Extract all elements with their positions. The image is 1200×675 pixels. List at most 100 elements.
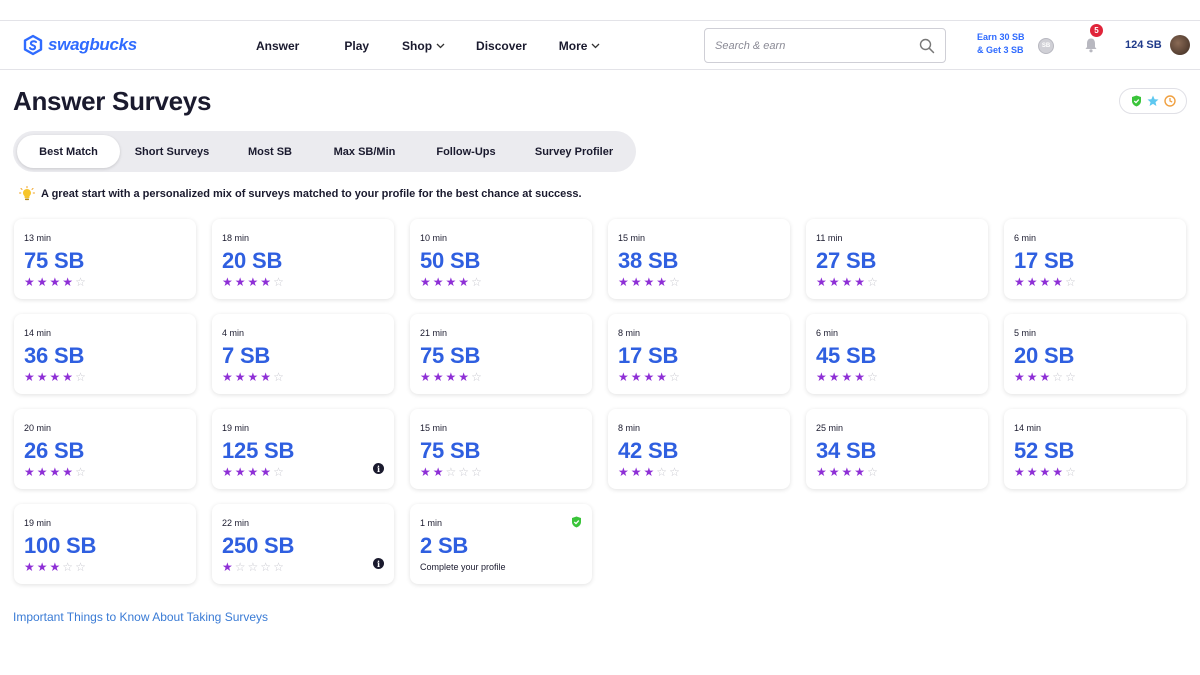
star-filled-icon: ★ — [62, 370, 74, 384]
survey-time: 1 min — [420, 518, 443, 528]
survey-card[interactable]: 13 min 75 SB ★ ★ ★ ★ ☆ — [14, 219, 196, 299]
survey-reward: 75 SB — [420, 343, 481, 368]
tip-text: A great start with a personalized mix of… — [41, 188, 582, 200]
survey-card[interactable]: 18 min 20 SB ★ ★ ★ ★ ☆ — [212, 219, 394, 299]
nav-answer[interactable]: Answer — [256, 39, 299, 53]
star-filled-icon: ★ — [222, 275, 233, 289]
survey-card[interactable]: 19 min 125 SB ★ ★ ★ ★ ☆ i — [212, 409, 394, 489]
star-filled-icon: ★ — [234, 370, 246, 384]
survey-time: 18 min — [222, 233, 250, 243]
tab-follow-ups[interactable]: Follow-Ups — [425, 135, 507, 168]
survey-card[interactable]: 15 min 38 SB ★ ★ ★ ★ ☆ — [608, 219, 790, 299]
verified-shield-icon — [572, 516, 581, 528]
star-empty-icon: ☆ — [1065, 370, 1076, 384]
star-filled-icon: ★ — [816, 370, 827, 384]
star-empty-icon: ☆ — [867, 370, 878, 384]
info-icon[interactable]: i — [373, 463, 384, 474]
survey-reward: 17 SB — [1014, 248, 1075, 273]
survey-card[interactable]: 15 min 75 SB ★ ★ ☆ ☆ ☆ — [410, 409, 592, 489]
survey-time: 10 min — [420, 233, 448, 243]
survey-time: 20 min — [24, 423, 52, 433]
star-filled-icon: ★ — [247, 465, 259, 479]
star-filled-icon: ★ — [36, 275, 48, 289]
survey-card[interactable]: 6 min 45 SB ★ ★ ★ ★ ☆ — [806, 314, 988, 394]
survey-card[interactable]: 22 min 250 SB ★ ☆ ☆ ☆ ☆ i — [212, 504, 394, 584]
star-filled-icon: ★ — [222, 465, 233, 479]
info-icon[interactable]: i — [373, 558, 384, 569]
sb-balance[interactable]: 124 SB — [1125, 39, 1162, 51]
survey-card[interactable]: 19 min 100 SB ★ ★ ★ ☆ ☆ — [14, 504, 196, 584]
star-filled-icon: ★ — [260, 465, 272, 479]
survey-card[interactable]: 10 min 50 SB ★ ★ ★ ★ ☆ — [410, 219, 592, 299]
star-filled-icon: ★ — [420, 275, 431, 289]
survey-card[interactable]: 20 min 26 SB ★ ★ ★ ★ ☆ — [14, 409, 196, 489]
user-avatar[interactable] — [1170, 35, 1190, 55]
survey-reward: 45 SB — [816, 343, 877, 368]
chevron-down-icon — [591, 43, 600, 48]
tab-survey-profiler[interactable]: Survey Profiler — [525, 135, 623, 168]
nav-play[interactable]: Play — [344, 39, 369, 53]
star-filled-icon: ★ — [618, 370, 629, 384]
survey-card[interactable]: 4 min 7 SB ★ ★ ★ ★ ☆ — [212, 314, 394, 394]
star-filled-icon: ★ — [854, 465, 866, 479]
star-filled-icon: ★ — [1026, 275, 1038, 289]
star-icon — [1147, 95, 1158, 106]
survey-rating: ★ ★ ★ ☆ ☆ — [24, 561, 86, 573]
star-filled-icon: ★ — [260, 370, 272, 384]
swagbucks-logo[interactable]: swagbucks — [22, 34, 137, 56]
survey-tabs: Best Match Short Surveys Most SB Max SB/… — [13, 131, 636, 172]
tab-best-match[interactable]: Best Match — [17, 135, 120, 168]
achievement-badges[interactable] — [1119, 88, 1187, 114]
star-filled-icon: ★ — [816, 275, 827, 289]
tab-max-sb-min[interactable]: Max SB/Min — [322, 135, 407, 168]
star-filled-icon: ★ — [36, 560, 48, 574]
survey-card[interactable]: 11 min 27 SB ★ ★ ★ ★ ☆ — [806, 219, 988, 299]
survey-rating: ★ ★ ★ ★ ☆ — [618, 276, 680, 288]
tab-most-sb[interactable]: Most SB — [235, 135, 305, 168]
star-filled-icon: ★ — [445, 370, 457, 384]
survey-card[interactable]: 14 min 52 SB ★ ★ ★ ★ ☆ — [1004, 409, 1186, 489]
star-filled-icon: ★ — [1026, 465, 1038, 479]
star-filled-icon: ★ — [1014, 465, 1025, 479]
survey-rating: ★ ★ ★ ☆ ☆ — [618, 466, 680, 478]
survey-card[interactable]: 5 min 20 SB ★ ★ ★ ☆ ☆ — [1004, 314, 1186, 394]
search-input[interactable] — [715, 39, 905, 52]
survey-rating: ★ ★ ☆ ☆ ☆ — [420, 466, 482, 478]
nav-discover[interactable]: Discover — [476, 39, 527, 53]
nav-shop[interactable]: Shop — [402, 39, 445, 53]
survey-rating: ★ ★ ★ ★ ☆ — [420, 371, 482, 383]
star-filled-icon: ★ — [458, 275, 470, 289]
star-filled-icon: ★ — [445, 275, 457, 289]
star-filled-icon: ★ — [420, 370, 431, 384]
star-filled-icon: ★ — [1026, 370, 1038, 384]
nav-more[interactable]: More — [559, 39, 601, 53]
shield-check-icon — [1131, 95, 1141, 107]
survey-card[interactable]: 8 min 42 SB ★ ★ ★ ☆ ☆ — [608, 409, 790, 489]
survey-card[interactable]: 21 min 75 SB ★ ★ ★ ★ ☆ — [410, 314, 592, 394]
referral-promo[interactable]: Earn 30 SB & Get 3 SB — [977, 31, 1025, 57]
clock-icon — [1163, 95, 1176, 107]
tab-short-surveys[interactable]: Short Surveys — [125, 135, 219, 168]
survey-card[interactable]: 6 min 17 SB ★ ★ ★ ★ ☆ — [1004, 219, 1186, 299]
star-filled-icon: ★ — [816, 465, 827, 479]
survey-rating: ★ ★ ★ ☆ ☆ — [1014, 371, 1076, 383]
survey-card[interactable]: 14 min 36 SB ★ ★ ★ ★ ☆ — [14, 314, 196, 394]
star-filled-icon: ★ — [618, 275, 629, 289]
survey-rating: ★ ★ ★ ★ ☆ — [816, 371, 878, 383]
star-empty-icon: ☆ — [75, 560, 86, 574]
star-empty-icon: ☆ — [247, 560, 259, 574]
survey-time: 14 min — [1014, 423, 1042, 433]
tip-banner: A great start with a personalized mix of… — [19, 186, 582, 202]
survey-rating: ★ ★ ★ ★ ☆ — [420, 276, 482, 288]
survey-info-link[interactable]: Important Things to Know About Taking Su… — [13, 610, 268, 624]
star-empty-icon: ☆ — [656, 465, 668, 479]
star-filled-icon: ★ — [841, 465, 853, 479]
search-icon[interactable] — [919, 38, 935, 54]
survey-reward: 20 SB — [1014, 343, 1075, 368]
referral-coin-icon: SB — [1038, 38, 1054, 54]
notification-bell-icon[interactable] — [1084, 37, 1098, 53]
survey-card[interactable]: 25 min 34 SB ★ ★ ★ ★ ☆ — [806, 409, 988, 489]
star-filled-icon: ★ — [24, 560, 35, 574]
survey-card[interactable]: 8 min 17 SB ★ ★ ★ ★ ☆ — [608, 314, 790, 394]
survey-card-profile[interactable]: 1 min 2 SB Complete your profile — [410, 504, 592, 584]
